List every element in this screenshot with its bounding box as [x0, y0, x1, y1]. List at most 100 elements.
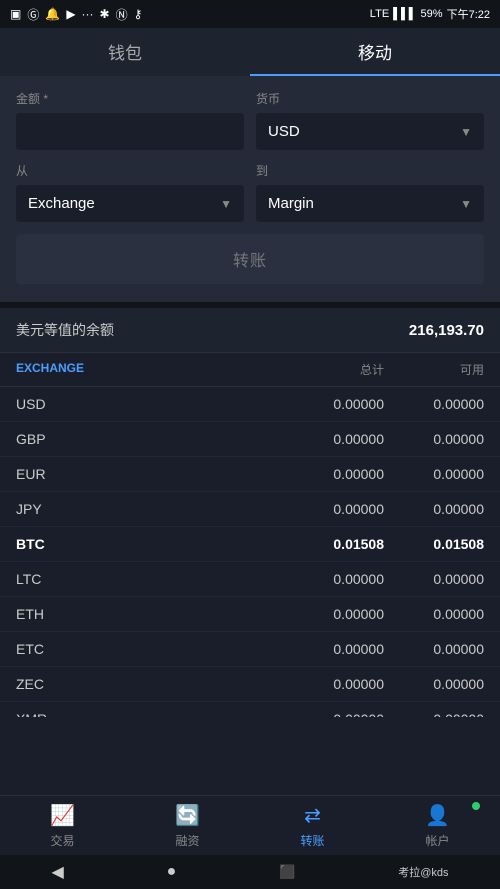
cell-total-value: 0.00000 — [264, 501, 384, 517]
battery-level: 59% — [421, 8, 443, 20]
cell-total-value: 0.00000 — [264, 606, 384, 622]
icon-bell: 🔔 — [45, 7, 60, 21]
section-label: EXCHANGE — [16, 361, 264, 378]
table-row[interactable]: EUR 0.00000 0.00000 — [0, 457, 500, 492]
transfer-nav-label: 转账 — [300, 832, 324, 849]
cell-avail-value: 0.00000 — [384, 466, 484, 482]
icon-dots: ··· — [82, 7, 94, 21]
nav-item-transfer[interactable]: ⇄ 转账 — [250, 796, 375, 855]
table-row[interactable]: JPY 0.00000 0.00000 — [0, 492, 500, 527]
cell-total-value: 0.01508 — [264, 536, 384, 552]
icon-square: ▣ — [10, 7, 21, 21]
cell-currency-name: LTC — [16, 571, 264, 587]
signal-bars: ▌▌▌ — [393, 8, 416, 20]
table-row[interactable]: ZEC 0.00000 0.00000 — [0, 667, 500, 702]
cell-avail-value: 0.00000 — [384, 396, 484, 412]
col-avail-header: 可用 — [384, 361, 484, 378]
cell-currency-name: ETC — [16, 641, 264, 657]
from-select[interactable]: Exchange ▼ — [16, 185, 244, 222]
to-arrow-icon: ▼ — [460, 197, 472, 211]
table-header: EXCHANGE 总计 可用 — [0, 353, 500, 387]
nav-item-finance[interactable]: 🔄 融资 — [125, 796, 250, 855]
to-group: 到 Margin ▼ — [256, 162, 484, 222]
icon-key: ⚷ — [134, 7, 143, 21]
branding-text: 考拉@kds — [398, 864, 448, 880]
amount-group: 金额 * — [16, 90, 244, 150]
table-row[interactable]: ETC 0.00000 0.00000 — [0, 632, 500, 667]
home-button[interactable]: ● — [167, 863, 177, 881]
icon-bluetooth: ✱ — [100, 7, 110, 21]
cell-total-value: 0.00000 — [264, 396, 384, 412]
cell-avail-value: 0.00000 — [384, 641, 484, 657]
to-label: 到 — [256, 162, 484, 179]
cell-total-value: 0.00000 — [264, 466, 384, 482]
cell-currency-name: USD — [16, 396, 264, 412]
tab-transfer[interactable]: 移动 — [250, 28, 500, 76]
transfer-button[interactable]: 转账 — [16, 234, 484, 284]
currency-label: 货币 — [256, 90, 484, 107]
cell-avail-value: 0.00000 — [384, 676, 484, 692]
cell-avail-value: 0.00000 — [384, 711, 484, 717]
cell-currency-name: GBP — [16, 431, 264, 447]
form-area: 金额 * 货币 USD ▼ 从 Exchange ▼ 到 Margin ▼ — [0, 76, 500, 302]
cell-currency-name: BTC — [16, 536, 264, 552]
bottom-nav: 📈 交易 🔄 融资 ⇄ 转账 👤 帐户 — [0, 795, 500, 855]
currency-select[interactable]: USD ▼ — [256, 113, 484, 150]
to-value: Margin — [268, 195, 314, 212]
cell-avail-value: 0.00000 — [384, 501, 484, 517]
system-nav-bar: ◀ ● ⬛ 考拉@kds — [0, 855, 500, 889]
icon-nfc: Ⓝ — [116, 6, 128, 23]
cell-avail-value: 0.01508 — [384, 536, 484, 552]
icon-play: ▶ — [66, 7, 75, 21]
table-row[interactable]: GBP 0.00000 0.00000 — [0, 422, 500, 457]
lte-indicator: LTE — [370, 8, 389, 20]
account-label: 帐户 — [425, 832, 449, 849]
to-select[interactable]: Margin ▼ — [256, 185, 484, 222]
nav-item-account[interactable]: 👤 帐户 — [375, 796, 500, 855]
amount-input[interactable] — [16, 113, 244, 150]
balance-value: 216,193.70 — [409, 322, 484, 339]
currency-group: 货币 USD ▼ — [256, 90, 484, 150]
from-label: 从 — [16, 162, 244, 179]
table-row[interactable]: LTC 0.00000 0.00000 — [0, 562, 500, 597]
back-button[interactable]: ◀ — [51, 862, 63, 882]
cell-total-value: 0.00000 — [264, 431, 384, 447]
cell-avail-value: 0.00000 — [384, 571, 484, 587]
cell-avail-value: 0.00000 — [384, 431, 484, 447]
cell-currency-name: JPY — [16, 501, 264, 517]
icon-g: Ⓖ — [27, 6, 39, 23]
trade-icon: 📈 — [50, 803, 75, 828]
finance-icon: 🔄 — [175, 803, 200, 828]
amount-label: 金额 * — [16, 90, 244, 107]
cell-total-value: 0.00000 — [264, 641, 384, 657]
transfer-btn-row: 转账 — [16, 234, 484, 284]
nav-item-trade[interactable]: 📈 交易 — [0, 796, 125, 855]
cell-total-value: 0.00000 — [264, 571, 384, 587]
cell-currency-name: ZEC — [16, 676, 264, 692]
cell-avail-value: 0.00000 — [384, 606, 484, 622]
table-row[interactable]: BTC 0.01508 0.01508 — [0, 527, 500, 562]
balance-section: 美元等值的余额 216,193.70 — [0, 308, 500, 353]
tab-wallet[interactable]: 钱包 — [0, 28, 250, 76]
table-row[interactable]: ETH 0.00000 0.00000 — [0, 597, 500, 632]
table-row[interactable]: USD 0.00000 0.00000 — [0, 387, 500, 422]
cell-total-value: 0.00000 — [264, 711, 384, 717]
transfer-icon: ⇄ — [304, 803, 321, 828]
cell-total-value: 0.00000 — [264, 676, 384, 692]
from-arrow-icon: ▼ — [220, 197, 232, 211]
account-icon: 👤 — [425, 803, 450, 828]
from-value: Exchange — [28, 195, 95, 212]
recents-button[interactable]: ⬛ — [279, 864, 295, 880]
account-online-dot — [472, 802, 480, 810]
from-group: 从 Exchange ▼ — [16, 162, 244, 222]
cell-currency-name: ETH — [16, 606, 264, 622]
status-right-icons: LTE ▌▌▌ 59% 下午7:22 — [370, 6, 490, 22]
balance-label: 美元等值的余额 — [16, 320, 114, 340]
col-total-header: 总计 — [264, 361, 384, 378]
status-left-icons: ▣ Ⓖ 🔔 ▶ ··· ✱ Ⓝ ⚷ — [10, 6, 142, 23]
tab-header: 钱包 移动 — [0, 28, 500, 76]
currency-value: USD — [268, 123, 300, 140]
table-row[interactable]: XMR 0.00000 0.00000 — [0, 702, 500, 717]
form-row-from-to: 从 Exchange ▼ 到 Margin ▼ — [16, 162, 484, 222]
status-bar: ▣ Ⓖ 🔔 ▶ ··· ✱ Ⓝ ⚷ LTE ▌▌▌ 59% 下午7:22 — [0, 0, 500, 28]
